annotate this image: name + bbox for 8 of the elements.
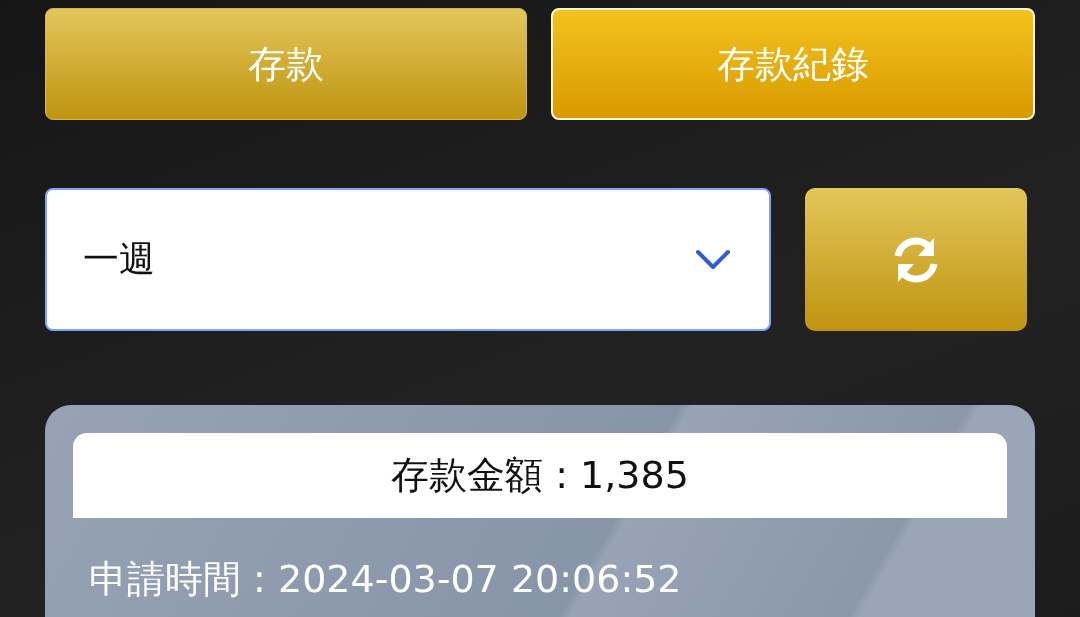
refresh-button[interactable] <box>805 188 1027 331</box>
select-value: 一週 <box>83 237 155 281</box>
tab[interactable]: 存款 <box>45 8 527 120</box>
amount-text: 存款金額 : 1,385 <box>73 433 1007 518</box>
request-time-text: 申請時間 : 2024-03-07 20:06:52 <box>88 556 683 603</box>
chevron-down-icon <box>695 248 731 271</box>
tab[interactable]: 存款紀錄 <box>551 8 1035 120</box>
period-select[interactable]: 一週 <box>45 188 771 331</box>
